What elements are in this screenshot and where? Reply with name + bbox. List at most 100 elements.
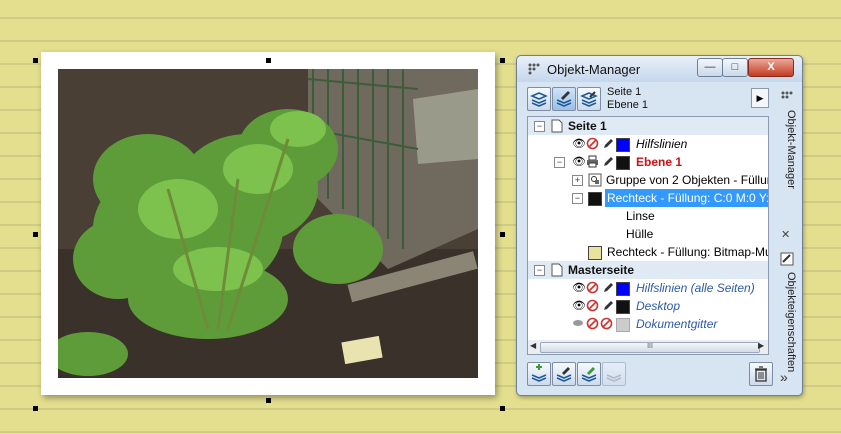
group-icon	[588, 173, 602, 187]
tree-row-guides[interactable]: 👁 Hilfslinien	[528, 135, 768, 153]
desktop-label: Desktop	[636, 299, 681, 313]
trash-icon	[755, 366, 767, 382]
object-properties-tab-icon	[780, 252, 794, 266]
color-swatch	[616, 138, 630, 152]
grid-label: Dokumentgitter	[636, 317, 718, 331]
tree-row-page1[interactable]: − Seite 1	[528, 117, 768, 135]
expand-toggle[interactable]: +	[572, 175, 583, 186]
more-tabs-icon[interactable]: »	[780, 369, 788, 385]
selection-handle[interactable]	[500, 406, 505, 411]
collapse-toggle[interactable]: −	[554, 157, 565, 168]
tree-row-desktop[interactable]: 👁 Desktop	[528, 297, 768, 315]
delete-button[interactable]	[749, 362, 773, 386]
color-swatch	[616, 318, 630, 332]
color-swatch	[616, 156, 630, 170]
tab-object-properties[interactable]: Objekteigenschaften	[775, 268, 797, 372]
layer-manager-view-button[interactable]	[577, 87, 601, 111]
new-master-all-pages-button[interactable]	[577, 362, 601, 386]
scroll-left-arrow[interactable]: ◀	[530, 341, 536, 350]
selection-handle[interactable]	[33, 232, 38, 237]
scroll-right-arrow[interactable]: ▶	[758, 341, 764, 350]
bottom-toolbar	[527, 361, 775, 387]
master-label: Masterseite	[568, 263, 635, 277]
layer1-label: Ebene 1	[636, 155, 683, 169]
new-master-layer-icon	[556, 367, 572, 382]
flyout-menu-button[interactable]: ▶	[751, 88, 769, 108]
collapse-toggle[interactable]: −	[534, 265, 545, 276]
color-swatch	[588, 192, 602, 206]
tree-row-grid[interactable]: Dokumentgitter	[528, 315, 768, 333]
guides-label: Hilfslinien	[636, 137, 688, 151]
page-icon	[551, 263, 563, 277]
eye-icon[interactable]: 👁	[572, 137, 586, 150]
current-page: Seite 1	[607, 86, 642, 98]
layers-properties-icon	[530, 92, 548, 107]
hidden-eye-icon[interactable]	[572, 317, 584, 329]
color-swatch	[616, 282, 630, 296]
new-master-all-pages-icon	[581, 367, 597, 382]
tree-row-rect-bitmap[interactable]: Rechteck - Füllung: Bitmap-Muster	[528, 243, 768, 261]
tab-object-manager[interactable]: Objekt-Manager	[775, 106, 797, 189]
horizontal-scrollbar[interactable]: ◀ III ▶	[527, 340, 769, 355]
maximize-button[interactable]: □	[722, 58, 748, 77]
panel-toolbar: Seite 1 Ebene 1 ▶	[527, 86, 773, 112]
hull-label: Hülle	[626, 227, 654, 241]
pencil-icon[interactable]	[602, 299, 614, 312]
current-layer: Ebene 1	[607, 99, 648, 111]
tree-row-layer1[interactable]: − 👁 Ebene 1	[528, 153, 768, 171]
no-print-icon[interactable]	[586, 281, 599, 294]
edit-layers-icon	[556, 91, 572, 107]
selection-handle[interactable]	[500, 58, 505, 63]
object-manager-panel: Objekt-Manager — □ X Seite 1 Ebene 1 ▶ −…	[516, 55, 803, 396]
group-label: Gruppe von 2 Objekten - Füllung	[606, 173, 769, 187]
tree-row-master[interactable]: − Masterseite	[528, 261, 768, 279]
eye-icon[interactable]: 👁	[572, 155, 586, 168]
new-layer-button[interactable]	[527, 362, 551, 386]
printer-icon[interactable]	[586, 155, 599, 168]
no-edit-icon[interactable]	[600, 317, 613, 330]
pencil-icon[interactable]	[602, 281, 614, 294]
tree-row-hull[interactable]: Hülle	[528, 225, 768, 243]
eye-icon[interactable]: 👁	[572, 281, 586, 294]
selection-handle[interactable]	[33, 58, 38, 63]
panel-title: Objekt-Manager	[547, 62, 641, 77]
selection-handle[interactable]	[266, 398, 271, 403]
current-page-info: Seite 1 Ebene 1	[607, 86, 648, 112]
rect-bitmap-label: Rechteck - Füllung: Bitmap-Muster	[607, 245, 768, 259]
object-manager-tab-icon	[781, 91, 793, 99]
disabled-layer-button	[602, 362, 626, 386]
collapse-toggle[interactable]: −	[572, 193, 583, 204]
guides-all-label: Hilfslinien (alle Seiten)	[636, 281, 755, 295]
no-print-icon[interactable]	[586, 137, 599, 150]
new-master-layer-button[interactable]	[552, 362, 576, 386]
tree-row-rect-selected[interactable]: − Rechteck - Füllung: C:0 M:0 Y:0 K:100	[528, 189, 768, 207]
minimize-button[interactable]: —	[697, 58, 723, 77]
page1-label: Seite 1	[568, 119, 607, 133]
no-print-icon[interactable]	[586, 317, 599, 330]
color-swatch	[616, 300, 630, 314]
photo-frame[interactable]	[41, 52, 495, 395]
selection-handle[interactable]	[500, 232, 505, 237]
pencil-icon[interactable]	[602, 155, 614, 168]
disabled-layer-icon	[606, 374, 622, 382]
tree-row-line[interactable]: Linse	[528, 207, 768, 225]
rect-selected-label: Rechteck - Füllung: C:0 M:0 Y:0 K:100	[607, 191, 768, 205]
eye-icon[interactable]: 👁	[572, 299, 586, 312]
page-icon	[551, 119, 563, 133]
plant-photo[interactable]	[58, 69, 478, 378]
panel-titlebar[interactable]: Objekt-Manager — □ X	[517, 56, 802, 82]
edit-across-layers-button[interactable]	[552, 87, 576, 111]
pencil-icon[interactable]	[602, 137, 614, 150]
close-button[interactable]: X	[748, 58, 794, 77]
close-docker-icon[interactable]: ✕	[781, 228, 790, 241]
tree-row-guides-all[interactable]: 👁 Hilfslinien (alle Seiten)	[528, 279, 768, 297]
scroll-thumb[interactable]: III	[540, 342, 760, 353]
no-print-icon[interactable]	[586, 299, 599, 312]
tree-row-group[interactable]: + Gruppe von 2 Objekten - Füllung	[528, 171, 768, 189]
object-tree: − Seite 1 👁 Hilfslinien − 👁 Ebene 1 + Gr…	[527, 116, 769, 344]
selection-handle[interactable]	[33, 406, 38, 411]
selection-handle[interactable]	[266, 58, 271, 63]
layer-view-icon	[580, 91, 598, 107]
show-properties-button[interactable]	[527, 87, 551, 111]
collapse-toggle[interactable]: −	[534, 121, 545, 132]
